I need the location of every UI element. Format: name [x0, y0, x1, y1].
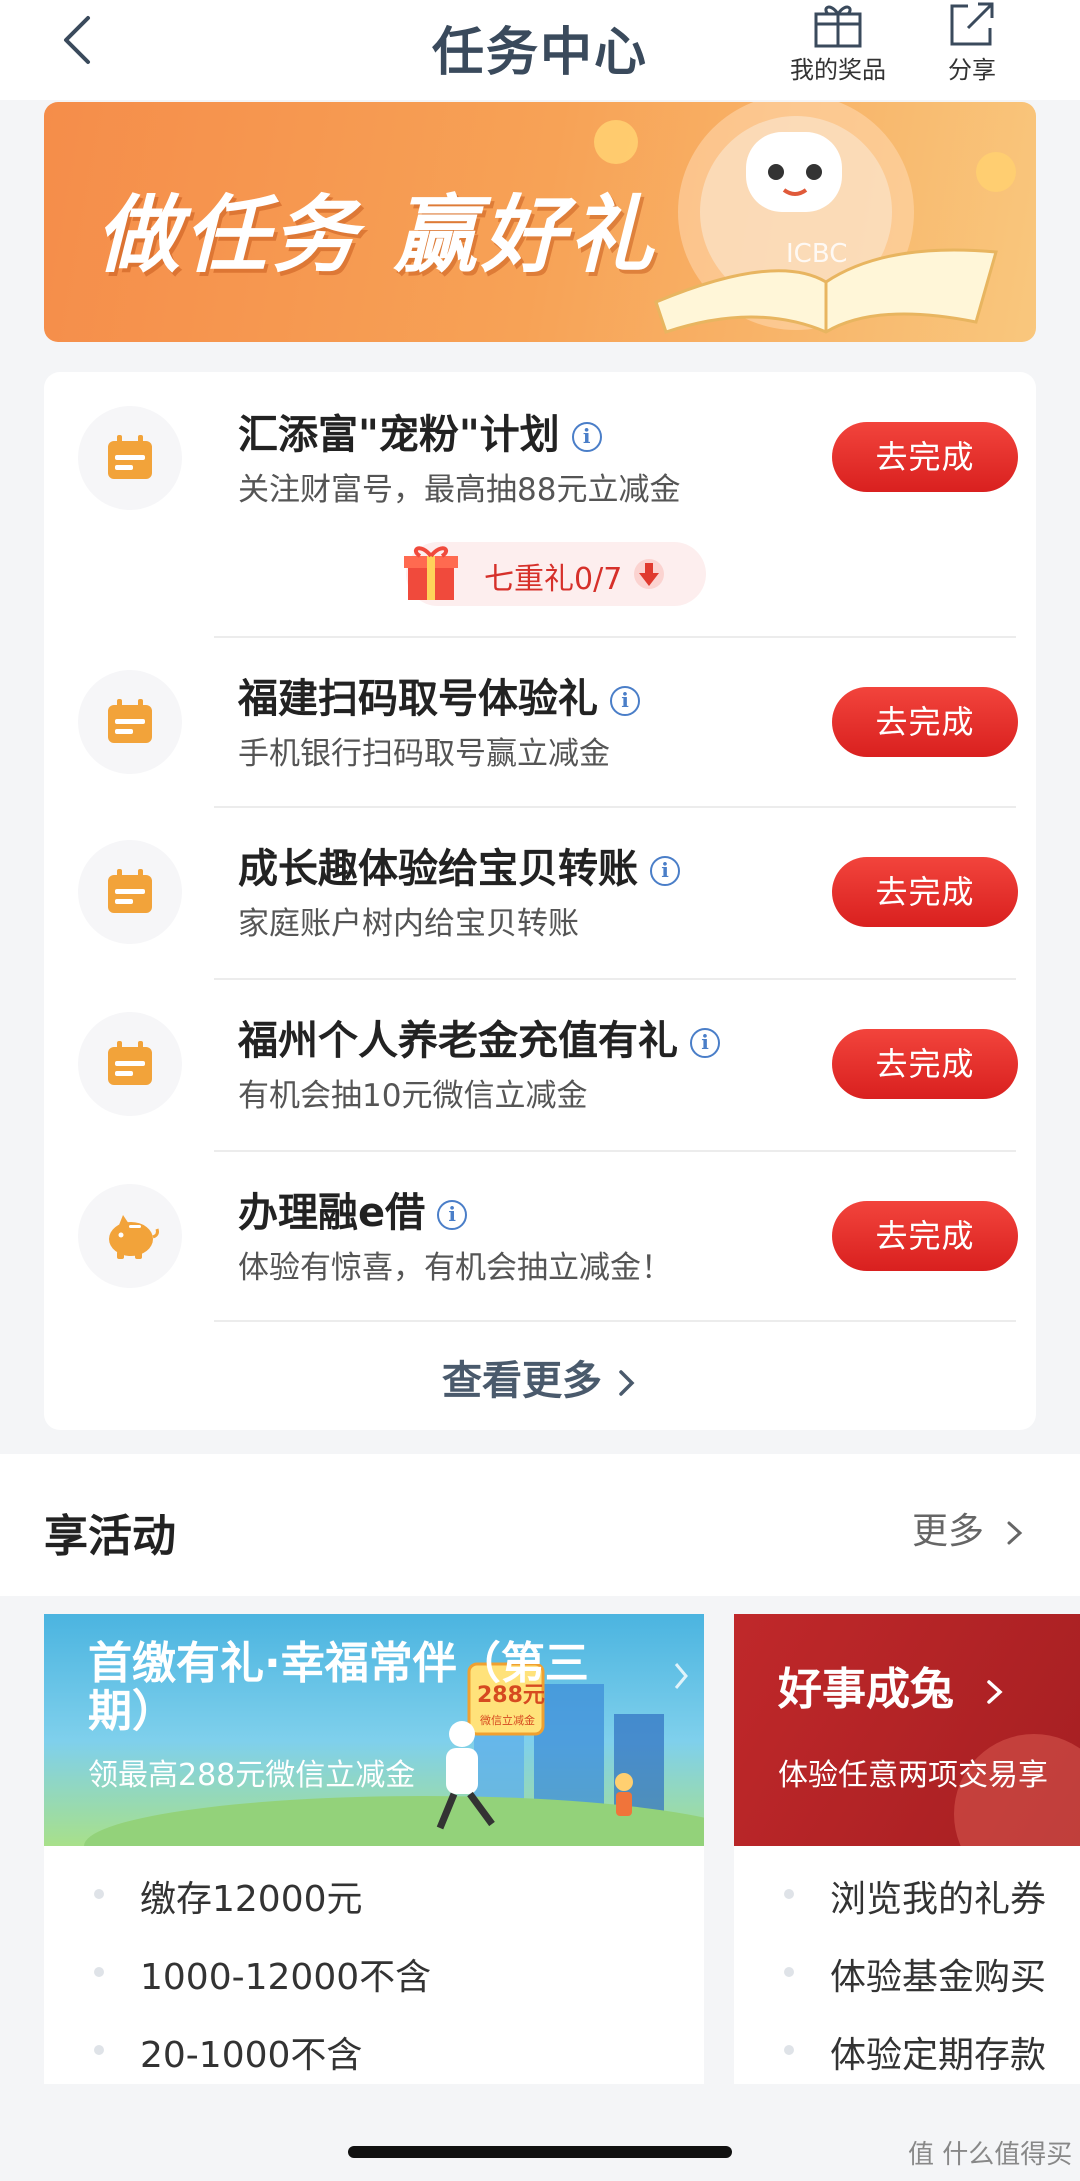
expand-down-icon	[634, 559, 664, 589]
banner-mascot-illustration: ICBC	[594, 102, 1016, 334]
task-title: 福建扫码取号体验礼 i	[238, 666, 640, 724]
chevron-right-icon	[1007, 1521, 1023, 1545]
red-gift-icon	[404, 546, 458, 600]
share-icon	[950, 2, 994, 46]
activity-card-header: 好事成兔 体验任意两项交易享	[734, 1614, 1080, 1846]
task-icon	[78, 670, 182, 774]
task-title-text: 福州个人养老金充值有礼	[238, 1018, 678, 1064]
more-activities-link[interactable]: 更多	[912, 1502, 1025, 1554]
activity-description: 体验任意两项交易享	[778, 1758, 1048, 1793]
activity-tier: 缴存12000元	[140, 1879, 363, 1920]
task-title-text: 办理融e借	[238, 1190, 426, 1236]
info-icon[interactable]: i	[690, 1028, 720, 1058]
activity-name: 首缴有礼·幸福常伴（第三期）	[88, 1638, 589, 1737]
complete-task-button[interactable]: 去完成	[832, 1201, 1018, 1271]
banner-slogan: 做任务 赢好礼	[96, 186, 658, 284]
task-title: 成长趣体验给宝贝转账 i	[238, 836, 680, 894]
divider	[214, 1150, 1016, 1152]
home-indicator[interactable]	[348, 2146, 732, 2158]
calendar-icon	[108, 1041, 152, 1085]
task-title-text: 成长趣体验给宝贝转账	[238, 846, 638, 892]
chevron-right-icon	[987, 1680, 1003, 1704]
activity-name-text: 好事成兔	[778, 1664, 954, 1715]
calendar-icon	[108, 435, 152, 479]
my-prizes-label: 我的奖品	[790, 56, 886, 84]
task-subtitle: 有机会抽10元微信立减金	[238, 1078, 588, 1114]
task-title-text: 福建扫码取号体验礼	[238, 676, 598, 722]
activity-name: 好事成兔	[778, 1666, 1078, 1714]
task-subtitle: 关注财富号，最高抽88元立减金	[238, 472, 681, 508]
activity-step: 体验基金购买	[830, 1957, 1047, 1998]
task-subtitle: 手机银行扫码取号赢立减金	[238, 736, 610, 772]
promo-banner[interactable]: 做任务 赢好礼 ICBC	[44, 102, 1036, 342]
divider	[214, 1320, 1016, 1322]
divider	[214, 636, 1016, 638]
timeline-dot	[94, 2045, 104, 2055]
timeline-dot	[784, 1967, 794, 1977]
activity-description: 领最高288元微信立减金	[88, 1758, 416, 1793]
activities-section: 享活动 更多 288元 微信立减金 首缴有礼·幸福常伴（第三期） 领最高288元…	[0, 1454, 1080, 2084]
activity-card[interactable]: 288元 微信立减金 首缴有礼·幸福常伴（第三期） 领最高288元微信立减金 缴…	[44, 1614, 704, 2084]
activity-tier: 20-1000不含	[140, 2035, 363, 2076]
complete-task-button[interactable]: 去完成	[832, 687, 1018, 757]
task-list-card: 汇添富"宠粉"计划 i 关注财富号，最高抽88元立减金 去完成 七重礼0/7 福…	[44, 372, 1036, 1430]
timeline-dot	[784, 1889, 794, 1899]
info-icon[interactable]: i	[650, 856, 680, 886]
timeline-dot	[94, 1967, 104, 1977]
activity-card-header: 288元 微信立减金 首缴有礼·幸福常伴（第三期） 领最高288元微信立减金	[44, 1614, 704, 1846]
gift-badge-label: 七重礼0/7	[484, 562, 623, 597]
task-icon	[78, 840, 182, 944]
see-more-label: 查看更多	[442, 1358, 603, 1404]
divider	[214, 978, 1016, 980]
see-more-link[interactable]: 查看更多	[44, 1348, 1036, 1406]
task-subtitle: 体验有惊喜，有机会抽立减金！	[238, 1250, 672, 1286]
share-label: 分享	[948, 56, 996, 84]
info-icon[interactable]: i	[437, 1200, 468, 1230]
banner-logo-text: ICBC	[786, 239, 847, 269]
timeline-dot	[784, 2045, 794, 2055]
activity-card[interactable]: 好事成兔 体验任意两项交易享 浏览我的礼券 体验基金购买 体验定期存款	[734, 1614, 1080, 2084]
activity-illustration	[954, 1734, 1080, 1846]
timeline-dot	[94, 1889, 104, 1899]
complete-task-button[interactable]: 去完成	[832, 422, 1018, 492]
gift-badge[interactable]: 七重礼0/7	[404, 542, 706, 606]
top-bar: 任务中心 我的奖品 分享	[0, 0, 1080, 100]
piggy-bank-icon	[109, 1215, 159, 1259]
complete-task-button[interactable]: 去完成	[832, 1029, 1018, 1099]
task-title-text: 汇添富"宠粉"计划	[238, 412, 560, 458]
gift-box-icon	[814, 5, 862, 48]
divider	[214, 806, 1016, 808]
activity-step: 浏览我的礼券	[830, 1879, 1047, 1920]
calendar-icon	[108, 699, 152, 743]
task-title: 汇添富"宠粉"计划 i	[238, 402, 602, 460]
section-title: 享活动	[44, 1511, 176, 1562]
chevron-right-icon	[619, 1370, 635, 1396]
task-icon	[78, 406, 182, 510]
task-icon	[78, 1184, 182, 1288]
share-button[interactable]: 分享	[912, 0, 1032, 85]
task-icon	[78, 1012, 182, 1116]
calendar-icon	[108, 869, 152, 913]
activity-tier: 1000-12000不含	[140, 1957, 432, 1998]
activity-step: 体验定期存款	[830, 2035, 1047, 2076]
complete-task-button[interactable]: 去完成	[832, 857, 1018, 927]
info-icon[interactable]: i	[571, 422, 602, 452]
my-prizes-button[interactable]: 我的奖品	[778, 0, 898, 85]
task-title: 福州个人养老金充值有礼 i	[238, 1008, 720, 1066]
more-label: 更多	[912, 1511, 985, 1552]
watermark: 值 什么值得买	[908, 2140, 1073, 2170]
task-subtitle: 家庭账户树内给宝贝转账	[238, 906, 579, 942]
info-icon[interactable]: i	[610, 686, 640, 716]
task-title: 办理融e借 i	[238, 1180, 468, 1238]
